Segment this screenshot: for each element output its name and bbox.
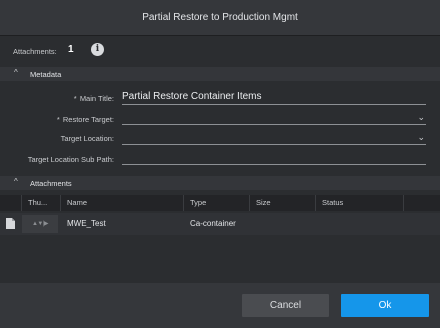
main-title-label: * Main Title: [73, 94, 114, 103]
document-icon [6, 218, 15, 229]
target-location-sub-path-field[interactable] [122, 151, 426, 165]
dialog-footer: Cancel Ok [0, 283, 440, 328]
column-header-size[interactable]: Size [250, 195, 316, 211]
restore-target-select[interactable]: ⌄ [122, 111, 426, 125]
required-marker: * [73, 94, 77, 103]
chevron-down-icon: ⌄ [417, 132, 425, 142]
partial-restore-dialog: Partial Restore to Production Mgmt Attac… [0, 0, 440, 328]
chevron-up-icon: ^ [14, 177, 18, 186]
row-type: Ca-container [190, 219, 236, 228]
dialog-title: Partial Restore to Production Mgmt [0, 0, 440, 36]
ok-button[interactable]: Ok [341, 294, 429, 317]
cancel-button[interactable]: Cancel [242, 294, 329, 317]
main-title-field[interactable]: Partial Restore Container Items [122, 91, 426, 105]
thumbnail-cell: ▲▼|▶ [22, 215, 58, 233]
column-header-thumbnail[interactable]: Thu... [22, 195, 61, 211]
column-header-icon [0, 195, 22, 211]
target-location-select[interactable]: ⌄ [122, 131, 426, 145]
chevron-down-icon: ⌄ [417, 112, 425, 122]
attachments-section-label: Attachments [30, 179, 72, 188]
chevron-up-icon: ^ [14, 68, 18, 77]
attachments-count-value: 1 [68, 44, 74, 55]
column-header-type[interactable]: Type [184, 195, 250, 211]
attachments-count-label: Attachments: [13, 47, 57, 56]
attachments-summary: Attachments: 1 [0, 40, 440, 62]
column-header-extra [404, 195, 440, 211]
table-row[interactable]: ▲▼|▶ MWE_Test Ca-container [0, 213, 440, 235]
target-location-sub-path-label: Target Location Sub Path: [27, 155, 114, 164]
info-icon[interactable]: i [91, 43, 104, 56]
attachments-section-header[interactable]: ^ Attachments [0, 176, 440, 190]
column-header-name[interactable]: Name [61, 195, 184, 211]
metadata-section-label: Metadata [30, 70, 62, 79]
main-title-value: Partial Restore Container Items [122, 91, 262, 102]
target-location-label: Target Location: [60, 134, 114, 143]
attachments-table-header: Thu... Name Type Size Status [0, 195, 440, 211]
row-name: MWE_Test [67, 219, 106, 228]
metadata-section-header[interactable]: ^ Metadata [0, 67, 440, 81]
required-marker: * [56, 115, 60, 124]
restore-target-label: * Restore Target: [56, 115, 114, 124]
column-header-status[interactable]: Status [316, 195, 404, 211]
